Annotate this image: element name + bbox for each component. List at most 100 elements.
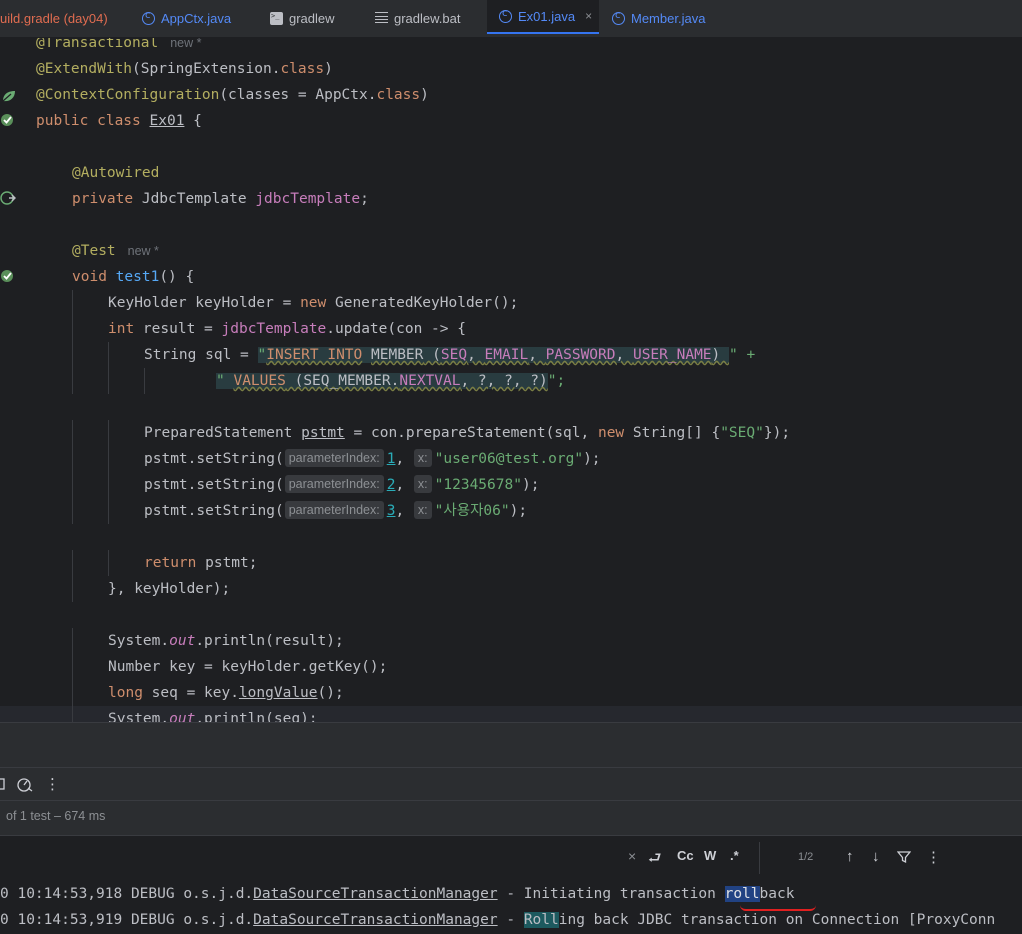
field: jdbcTemplate [221,321,327,337]
code-editor[interactable]: @Transactional new * @ExtendWith(SpringEx… [0,38,1022,722]
divider [759,842,760,874]
class-icon [499,8,512,23]
tab-build-gradle[interactable]: uild.gradle (day04) [0,0,108,36]
code-text: (SpringExtension. [132,61,281,77]
code-text: , [395,477,413,493]
sql-text: ) [711,347,730,363]
annotation: @ContextConfiguration [36,87,220,103]
string-quote: "; [547,373,566,389]
tab-label: gradlew.bat [394,10,461,26]
code-line: @Transactional new * [0,38,1022,56]
log-text: back [759,886,795,902]
code-line: @ExtendWith(SpringExtension.class) [0,56,1022,82]
console-search-bar: × ⮐ Cc W .* 1/2 ↑ ↓ ⋮ [0,835,1022,880]
log-class-link[interactable]: DataSourceTransactionManager [253,886,497,902]
close-icon[interactable]: × [585,9,592,23]
code-line: pstmt.setString(parameterIndex: 2, x: "123… [0,472,1022,498]
whole-words-toggle[interactable]: W [704,848,716,863]
newline-toggle-icon[interactable]: ⮐ [648,848,662,873]
test-history-icon[interactable] [16,776,34,792]
log-class-link[interactable]: DataSourceTransactionManager [253,912,497,928]
code-line: void test1() { [0,264,1022,290]
more-options-icon[interactable]: ⋮ [926,848,941,866]
tool-window-header [0,722,1022,767]
string-literal: "user06@test.org" [434,451,584,467]
code-text: { [184,113,202,129]
keyword: class [280,61,325,77]
tab-ex01-java[interactable]: Ex01.java × [487,0,599,34]
code-text: .update(con -> { [326,321,466,337]
string-quote: " [257,347,267,363]
variable: pstmt [301,425,345,441]
string-literal: "사용자06" [434,503,510,519]
class-icon [612,10,625,25]
more-options-icon[interactable]: ⋮ [45,775,60,793]
code-text: () { [159,269,195,285]
sql-keyword: INSERT INTO [266,347,363,363]
tab-gradlew[interactable]: gradlew [270,0,335,36]
string-quote: " + [729,347,756,363]
parameter-hint: x: [413,501,432,519]
sql-text: , [467,347,485,363]
search-match: Roll [523,912,559,928]
terminal-file-icon [270,11,283,25]
filter-icon[interactable] [897,850,911,864]
code-text: seq = key. [142,685,239,701]
sql-column: PASSWORD [545,347,616,363]
code-line: @Autowired [0,160,1022,186]
tab-gradlew-bat[interactable]: gradlew.bat [375,0,461,36]
code-line: @Test new * [0,238,1022,264]
parameter-hint: parameterIndex: [284,501,384,519]
regex-toggle[interactable]: .* [730,848,739,863]
match-case-toggle[interactable]: Cc [677,848,694,863]
previous-match-icon[interactable]: ↑ [846,848,854,865]
code-text: .println(result); [195,633,344,649]
next-match-icon[interactable]: ↓ [872,848,880,865]
class-icon [142,10,155,25]
console-output[interactable]: 0 10:14:53,918 DEBUG o.s.j.d.DataSourceT… [0,880,1022,934]
console-line: 0 10:14:53,919 DEBUG o.s.j.d.DataSourceT… [0,907,995,933]
method-name: test1 [115,269,160,285]
field: jdbcTemplate [255,191,361,207]
code-text: pstmt; [196,555,258,571]
log-text: - [497,912,524,928]
close-search-icon[interactable]: × [628,848,636,864]
sql-injected-string: "INSERT INTO ( MEMBER (SEQ, EMAIL, PASSW… [257,347,730,363]
inlay-author-hint: new * [170,38,202,50]
code-text: ) [324,61,333,77]
run-toolbar: ⋮ [0,767,1022,800]
text-file-icon [375,11,388,25]
annotation: @ExtendWith [36,61,133,77]
tab-appctx-java[interactable]: AppCtx.java [142,0,231,36]
static-field: out [169,711,196,722]
match-counter: 1/2 [798,851,814,863]
code-text: .println(seq); [195,711,318,722]
code-text: ); [521,477,540,493]
code-text: System. [108,711,170,722]
export-icon[interactable] [0,778,6,790]
code-text: PreparedStatement [144,425,302,441]
keyword: new [300,295,327,311]
code-text: ; [360,191,369,207]
string-literal: "SEQ" [720,425,764,441]
keyword: long [108,685,143,701]
keyword: return [144,555,197,571]
code-text: String[] { [624,425,721,441]
code-text: , [395,451,413,467]
method-call: longValue [238,685,318,701]
code-text: Number key = keyHolder.getKey(); [108,659,388,675]
code-text: KeyHolder keyHolder = [108,295,301,311]
keyword: int [108,321,135,337]
console-line: 0 10:14:53,918 DEBUG o.s.j.d.DataSourceT… [0,881,794,907]
keyword: class [376,87,421,103]
annotation: @Autowired [72,165,160,181]
code-line: @ContextConfiguration(classes = AppCtx.c… [0,82,1022,108]
code-text: GeneratedKeyHolder(); [326,295,519,311]
code-line-current: System.out.println(seq); [0,706,1022,722]
search-match-selected: roll [724,886,760,902]
editor-tab-bar: uild.gradle (day04) AppCtx.java gradlew … [0,0,1022,38]
code-line: return pstmt; [0,550,1022,576]
code-text: JdbcTemplate [133,191,256,207]
code-line: pstmt.setString(parameterIndex: 3, x: "사용자… [0,498,1022,524]
tab-member-java[interactable]: Member.java [612,0,705,36]
